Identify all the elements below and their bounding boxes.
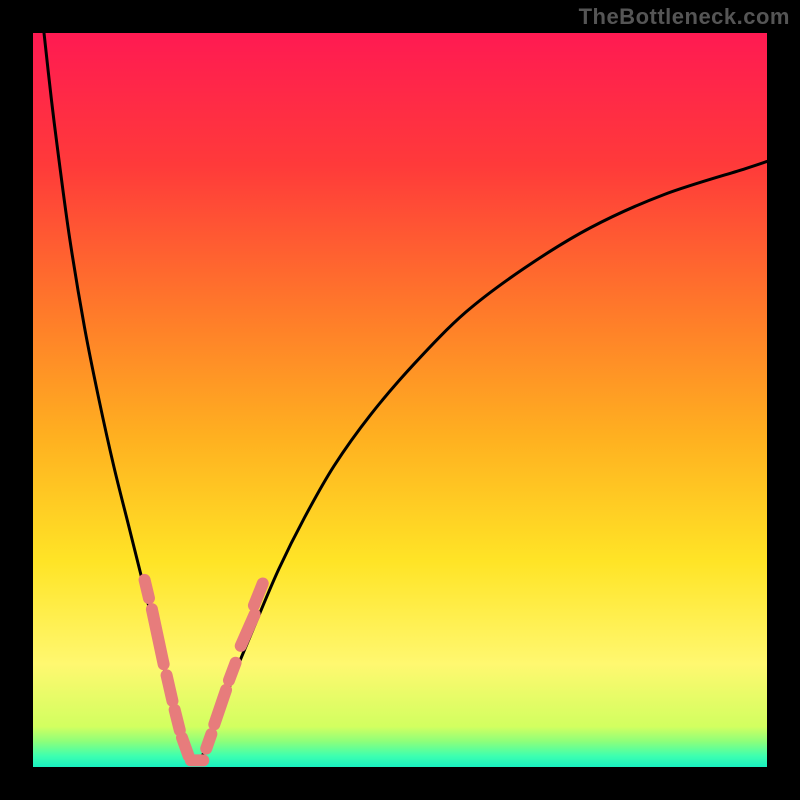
chart-viewport: TheBottleneck.com <box>0 0 800 800</box>
plot-background <box>33 33 767 767</box>
bottleneck-chart <box>0 0 800 800</box>
highlight-dash <box>229 663 236 681</box>
highlight-dash <box>254 584 263 606</box>
watermark-text: TheBottleneck.com <box>579 4 790 30</box>
highlight-dash <box>145 580 149 598</box>
highlight-dash <box>167 675 173 701</box>
highlight-dash <box>182 738 189 756</box>
highlight-dash <box>206 734 211 749</box>
highlight-dash <box>175 710 180 731</box>
